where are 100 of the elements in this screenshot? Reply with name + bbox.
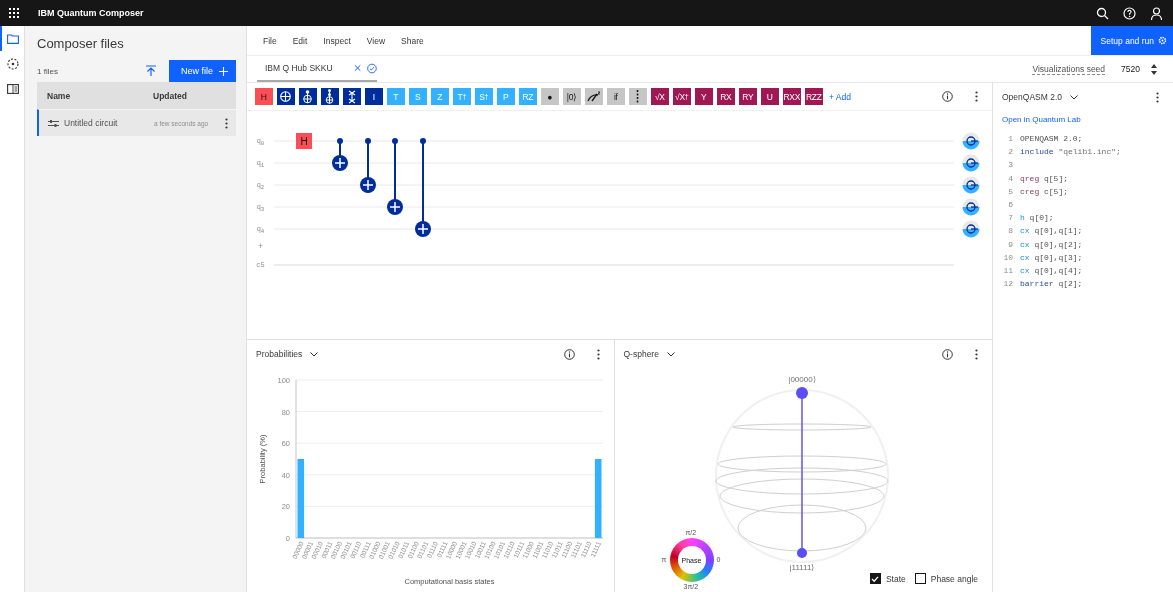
column-header: Name (47, 90, 72, 101)
gate-button[interactable]: H (255, 88, 273, 105)
line-number: 8 (1007, 226, 1013, 236)
barrier-icon (636, 89, 640, 104)
help-icon[interactable] (1123, 6, 1136, 20)
swap-icon (347, 89, 356, 104)
code-line: h q[0]; (1020, 213, 1054, 223)
add-gate-link[interactable]: + Add (827, 91, 853, 102)
probability-disc-icon (962, 132, 980, 150)
overflow-menu-icon[interactable] (975, 348, 978, 360)
user-icon[interactable] (1150, 6, 1163, 20)
seed-label: Visualizations seed (1032, 63, 1106, 75)
gate-button[interactable] (299, 88, 317, 105)
menu-item[interactable]: File (255, 26, 285, 55)
gate-button[interactable]: RX (717, 88, 735, 105)
info-icon[interactable] (941, 91, 953, 102)
search-icon[interactable] (1096, 6, 1109, 20)
overflow-menu-icon[interactable] (975, 91, 978, 102)
chevron-down-icon[interactable] (1070, 94, 1078, 100)
gate-label: H (300, 135, 308, 147)
controlled-target-icon (303, 89, 313, 104)
code-line: creg c[5]; (1020, 186, 1068, 196)
line-number: 11 (1002, 265, 1013, 275)
gate-button[interactable]: |0⟩ (563, 88, 581, 105)
checkbox-label: Phase angle (930, 573, 978, 584)
info-icon[interactable] (563, 348, 575, 360)
info-icon[interactable] (942, 348, 953, 360)
menu-item[interactable]: Edit (284, 26, 316, 55)
close-icon[interactable] (353, 64, 362, 72)
gate-button[interactable]: RXX (783, 88, 801, 105)
probability-disc-icon (962, 154, 980, 172)
probability-disc-icon (962, 176, 980, 194)
stepper-icon[interactable] (1151, 63, 1157, 75)
control-dot[interactable] (392, 138, 398, 144)
chevron-down-icon[interactable] (666, 351, 675, 357)
line-number: 6 (1007, 200, 1013, 210)
probability-disc-icon (962, 198, 980, 216)
line-number: 9 (1007, 239, 1013, 249)
sliders-icon (48, 118, 59, 128)
target-gate[interactable] (387, 199, 403, 215)
line-number: 10 (1002, 252, 1013, 262)
code-line: qreg q[5]; (1020, 173, 1068, 183)
app-switcher-icon[interactable] (8, 7, 20, 19)
gate-button[interactable]: Y (695, 88, 713, 105)
file-count: 1 files (37, 66, 59, 76)
setup-and-run-button[interactable]: Setup and run (1090, 26, 1173, 55)
code-line: barrier q[2]; (1020, 279, 1083, 289)
code-format-dropdown[interactable]: OpenQASM 2.0 (1002, 92, 1062, 102)
gate-button[interactable]: if (607, 88, 625, 105)
gate-button[interactable] (585, 88, 603, 105)
dashed-circle-icon (7, 57, 19, 70)
overflow-menu-icon[interactable] (225, 117, 228, 129)
line-number: 1 (1007, 134, 1013, 144)
menu-item[interactable]: Inspect (315, 26, 359, 55)
gate-button[interactable]: RZZ (805, 88, 823, 105)
double-controlled-target-icon (325, 89, 335, 104)
target-gate[interactable] (415, 221, 431, 237)
overflow-menu-icon[interactable] (596, 348, 600, 360)
upload-icon[interactable] (145, 65, 157, 77)
code-line: OPENQASM 2.0; (1020, 134, 1083, 144)
gauge-icon (586, 91, 601, 102)
target-gate[interactable] (360, 177, 376, 193)
gate-button[interactable]: I (365, 88, 383, 105)
line-number: 4 (1007, 173, 1013, 183)
line-number: 2 (1007, 147, 1013, 157)
seed-value[interactable]: 7520 (1121, 64, 1140, 74)
tab-label: IBM Q Hub SKKU (265, 63, 334, 73)
chart-title: Q-sphere (623, 349, 659, 359)
sidebar-icon (7, 83, 19, 94)
control-dot[interactable] (365, 138, 371, 144)
line-number: 5 (1007, 186, 1013, 196)
open-in-quantum-lab-link[interactable]: Open in Quantum Lab (993, 111, 1173, 132)
file-name: Untitled circuit (64, 118, 119, 128)
gate-button[interactable] (277, 88, 295, 105)
checkbox[interactable] (914, 573, 926, 584)
line-number: 3 (1007, 160, 1013, 170)
menu-item[interactable]: View (358, 26, 394, 55)
file-tab[interactable]: IBM Q Hub SKKU (257, 56, 377, 82)
checkbox-label: State (885, 573, 906, 584)
gate-button[interactable] (321, 88, 339, 105)
control-dot[interactable] (337, 138, 343, 144)
gate-button[interactable] (343, 88, 361, 105)
gate-block[interactable] (296, 133, 312, 149)
target-icon (280, 91, 292, 102)
plus-icon (219, 66, 228, 76)
gate-button[interactable]: √X (651, 88, 669, 105)
control-dot[interactable] (420, 138, 426, 144)
code-line: cx q[0],q[4]; (1020, 265, 1083, 275)
gate-button[interactable]: U (761, 88, 779, 105)
checkbox[interactable] (869, 573, 881, 584)
chevron-down-icon[interactable] (310, 351, 319, 357)
new-file-button[interactable]: New file (169, 60, 236, 82)
overflow-menu-icon[interactable] (1156, 91, 1159, 103)
line-number: 12 (1002, 279, 1013, 289)
add-register-button[interactable]: + (257, 240, 264, 254)
target-gate[interactable] (332, 155, 348, 171)
gate-button[interactable]: RY (739, 88, 757, 105)
menu-item[interactable]: Share (393, 26, 432, 55)
app-title: IBM Quantum Composer (38, 8, 144, 18)
gate-button[interactable]: ● (541, 88, 559, 105)
